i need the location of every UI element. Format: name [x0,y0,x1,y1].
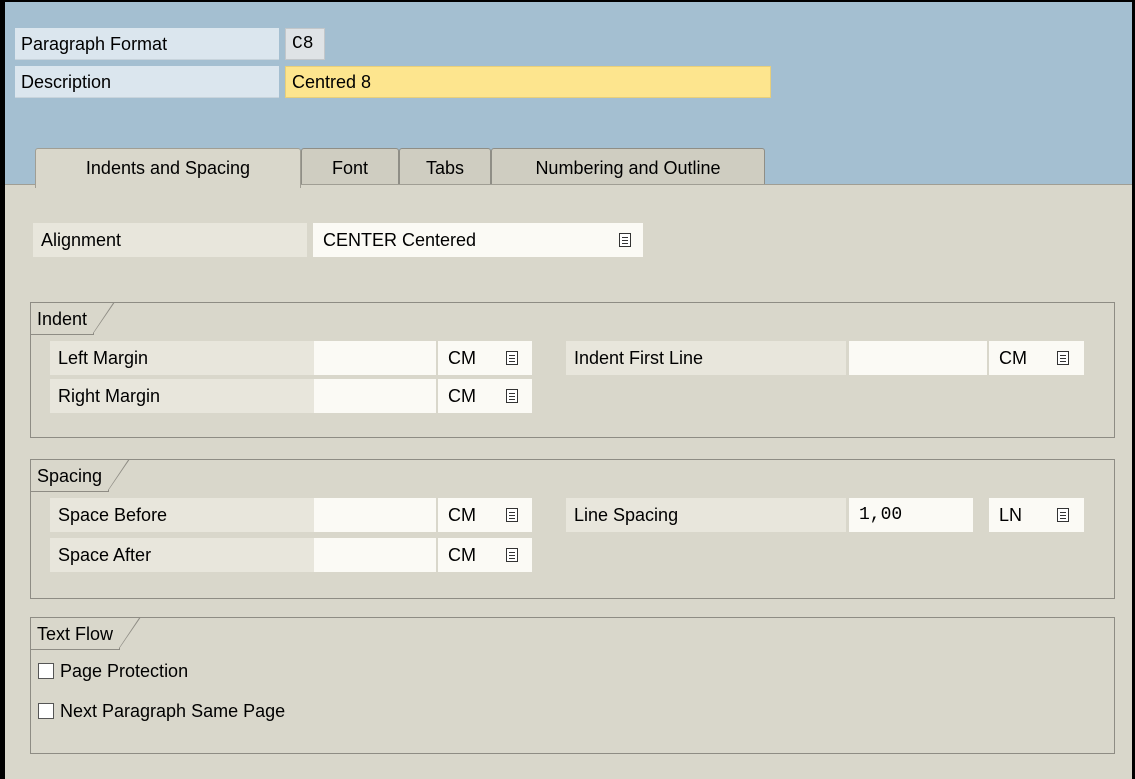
tab-indents-and-spacing[interactable]: Indents and Spacing [35,148,301,188]
sap-screen: Paragraph Format C8 Description Centred … [0,0,1135,779]
space-after-input[interactable] [314,538,436,572]
space-before-label: Space Before [50,498,314,532]
description-input[interactable]: Centred 8 [285,66,771,98]
space-after-label: Space After [50,538,314,572]
alignment-select[interactable]: CENTER Centered [313,223,643,257]
tab-label: Numbering and Outline [535,158,721,178]
page-protection-label: Page Protection [60,661,189,681]
indent-first-line-label: Indent First Line [566,341,846,375]
next-paragraph-same-page-row[interactable]: Next Paragraph Same Page [38,696,438,726]
unit-text: CM [448,545,476,565]
description-label: Description [15,66,279,98]
tab-label: Tabs [425,158,465,178]
spacing-group-title: Spacing [31,459,131,492]
indent-group: Indent Left Margin CM Indent First Line … [30,302,1115,438]
space-before-input[interactable] [314,498,436,532]
next-paragraph-same-page-checkbox[interactable] [38,703,54,719]
left-margin-unit[interactable]: CM [438,341,532,375]
f4-help-icon[interactable] [1057,508,1069,522]
indent-first-line-unit[interactable]: CM [989,341,1084,375]
left-margin-label: Left Margin [50,341,314,375]
unit-text: CM [448,505,476,525]
paragraph-format-label: Paragraph Format [15,28,279,60]
spacing-group: Spacing Space Before CM Line Spacing 1,0… [30,459,1115,599]
alignment-value: CENTER Centered [323,230,477,250]
f4-help-icon[interactable] [506,351,518,365]
header-area: Paragraph Format C8 Description Centred … [5,2,1132,188]
tab-label: Indents and Spacing [85,158,251,178]
indent-group-title: Indent [31,302,116,335]
line-spacing-unit[interactable]: LN [989,498,1084,532]
tab-font[interactable]: Font [301,148,399,186]
right-margin-label: Right Margin [50,379,314,413]
page-protection-checkbox[interactable] [38,663,54,679]
tab-tabs[interactable]: Tabs [399,148,491,186]
space-after-unit[interactable]: CM [438,538,532,572]
f4-help-icon[interactable] [1057,351,1069,365]
unit-text: CM [448,386,476,406]
tab-numbering-and-outline[interactable]: Numbering and Outline [491,148,765,186]
f4-help-icon[interactable] [619,233,631,247]
f4-help-icon[interactable] [506,548,518,562]
indent-first-line-input[interactable] [849,341,987,375]
space-before-unit[interactable]: CM [438,498,532,532]
tab-panel-indents-and-spacing: Alignment CENTER Centered Indent Left Ma… [5,184,1132,779]
f4-help-icon[interactable] [506,508,518,522]
tab-label: Font [331,158,369,178]
unit-text: CM [448,348,476,368]
unit-text: CM [999,348,1027,368]
page-protection-row[interactable]: Page Protection [38,656,438,686]
f4-help-icon[interactable] [506,389,518,403]
alignment-label: Alignment [33,223,307,257]
next-paragraph-same-page-label: Next Paragraph Same Page [60,701,286,721]
text-flow-group-title: Text Flow [31,617,142,650]
left-margin-input[interactable] [314,341,436,375]
unit-text: LN [999,505,1023,525]
line-spacing-label: Line Spacing [566,498,846,532]
right-margin-unit[interactable]: CM [438,379,532,413]
text-flow-group: Text Flow Page Protection Next Paragraph… [30,617,1115,754]
line-spacing-input[interactable]: 1,00 [849,498,973,532]
right-margin-input[interactable] [314,379,436,413]
paragraph-format-field: C8 [285,28,325,60]
